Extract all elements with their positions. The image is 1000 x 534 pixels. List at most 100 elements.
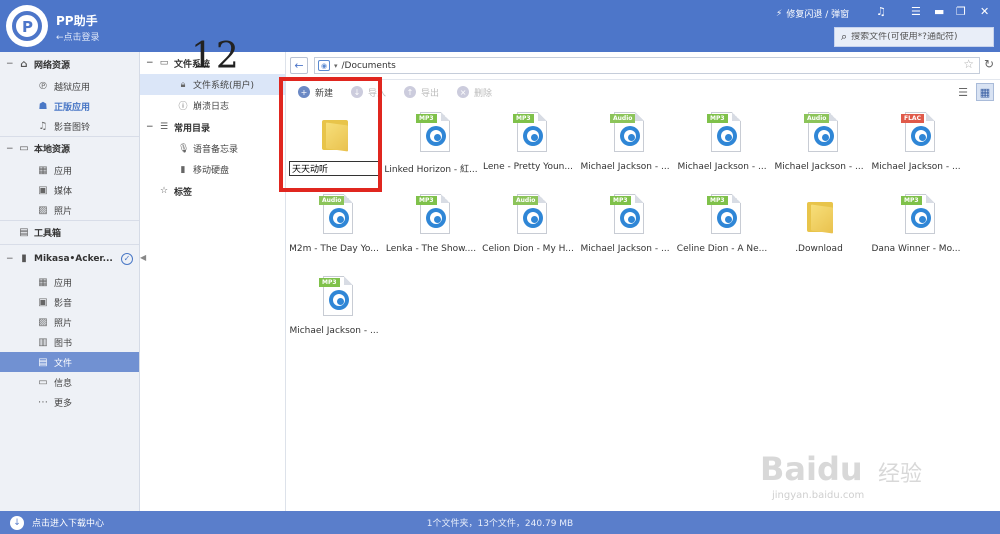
collapse-icon[interactable]: − (6, 59, 14, 69)
sidebar-item-local-apps[interactable]: ▦ 应用 (0, 160, 139, 180)
sidebar-item-local-photos[interactable]: ▨ 照片 (0, 200, 139, 220)
collapse-icon[interactable]: − (146, 122, 154, 132)
login-link[interactable]: ←点击登录 (56, 30, 100, 43)
store-icon: ☗ (38, 100, 48, 112)
restore-icon[interactable]: ❐ (956, 5, 966, 18)
app-title: PP助手 (56, 14, 98, 28)
monitor-icon: ▭ (19, 143, 29, 154)
tree-item-crash-logs[interactable]: ⓘ 崩溃日志 (140, 95, 285, 116)
sidebar-section-network[interactable]: − ⌂ 网络资源 (0, 52, 139, 76)
home-icon: ⌂ (20, 58, 28, 70)
sidebar-item-device-photos[interactable]: ▨ 照片 (0, 312, 139, 332)
sidebar-item-jailbreak-apps[interactable]: ℗ 越狱应用 (0, 76, 139, 96)
file-item[interactable]: MP3 Celine Dion - A Ne... (674, 186, 770, 268)
file-item[interactable]: MP3 Michael Jackson - ... (577, 186, 673, 268)
chevron-down-icon[interactable]: ▾ (334, 62, 338, 70)
tree-item-user-filesystem[interactable]: 🔒︎ 文件系统(用户) (140, 74, 285, 95)
path-box[interactable]: ◉ ▾ /Documents (314, 57, 980, 74)
sidebar: − ⌂ 网络资源 ℗ 越狱应用 ☗ 正版应用 ♫ 影音图铃 − ▭ 本地资源 ▦… (0, 52, 140, 511)
title-bar: P PP助手 ←点击登录 ⚡ 修复闪退 / 弹窗 ♫ ☰ ▬ ❐ ✕ ⌕ (0, 0, 1000, 52)
search-input[interactable] (851, 32, 990, 42)
sidebar-item-device-files[interactable]: ▤ 文件 (0, 352, 139, 372)
file-name: Lene - Pretty Youn... (483, 162, 573, 172)
file-name: Lenka - The Show.... (385, 244, 477, 254)
lightning-icon: ⚡ (776, 8, 783, 19)
tree-section-tags[interactable]: ☆ 标签 (140, 180, 285, 202)
sidebar-item-device-apps[interactable]: ▦ 应用 (0, 272, 139, 292)
file-item[interactable]: MP3 Linked Horizon - 紅... (383, 104, 479, 186)
tree-item-voice-memos[interactable]: 🎙︎ 语音备忘录 (140, 138, 285, 159)
download-center-button[interactable]: ↓ 点击进入下载中心 (0, 515, 140, 530)
file-item[interactable]: MP3 Dana Winner - Mo... (868, 186, 964, 268)
file-item-folder-tiantian[interactable] (286, 104, 382, 186)
sidebar-item-local-media[interactable]: ▣ 媒体 (0, 180, 139, 200)
favorite-star-icon[interactable]: ☆ (963, 57, 974, 71)
new-button[interactable]: + 新建 (298, 86, 333, 99)
music-icon: ♫ (38, 120, 48, 132)
toolbox-icon: ▤ (19, 227, 29, 238)
collapse-icon[interactable]: − (6, 254, 14, 264)
watermark-logo: Baidu (760, 450, 863, 488)
file-name: Michael Jackson - ... (871, 162, 961, 172)
folder-icon (322, 118, 350, 152)
panel-collapse-arrow-icon[interactable]: ◀ (140, 253, 146, 262)
file-item[interactable]: Audio Michael Jackson - ... (771, 104, 867, 186)
minimize-icon[interactable]: ▬ (934, 5, 944, 18)
tree-item-mobile-disk[interactable]: ▮ 移动硬盘 (140, 159, 285, 180)
audio-file-icon (717, 208, 737, 228)
app-logo[interactable]: P (6, 5, 48, 47)
status-summary: 1个文件夹，13个文件，240.79 MB (426, 519, 574, 529)
file-item[interactable]: MP3 Michael Jackson - ... (286, 268, 382, 350)
collapse-icon[interactable]: − (6, 144, 14, 154)
import-button[interactable]: ↓ 导入 (351, 86, 386, 99)
sidebar-item-device-messages[interactable]: ▭ 信息 (0, 372, 139, 392)
file-item[interactable]: MP3 Lenka - The Show.... (383, 186, 479, 268)
sidebar-section-device[interactable]: − ▮ Mikasa•Acker... ✓ (0, 244, 139, 272)
photo-icon: ▨ (38, 316, 48, 328)
audio-badge: Audio (319, 196, 345, 205)
mp3-badge: MP3 (707, 114, 728, 123)
mp3-badge: MP3 (319, 278, 340, 287)
crash-fix-button[interactable]: ⚡ 修复闪退 / 弹窗 (776, 7, 849, 21)
sidebar-item-official-apps[interactable]: ☗ 正版应用 (0, 96, 139, 116)
grid-view-icon[interactable]: ▦ (976, 83, 994, 101)
file-icon: ▤ (38, 356, 48, 368)
sidebar-section-local[interactable]: − ▭ 本地资源 (0, 136, 139, 160)
audio-file-icon (523, 208, 543, 228)
tree-section-common[interactable]: − ☰ 常用目录 (140, 116, 285, 138)
watermark-url: jingyan.baidu.com (772, 490, 865, 501)
sidebar-section-toolbox[interactable]: ▤ 工具箱 (0, 220, 139, 244)
device-icon[interactable]: ◉ (318, 60, 330, 71)
close-icon[interactable]: ✕ (980, 5, 989, 18)
file-item[interactable]: MP3 Michael Jackson - ... (674, 104, 770, 186)
delete-button[interactable]: × 删除 (457, 86, 492, 99)
file-name: Michael Jackson - ... (580, 244, 670, 254)
rename-input[interactable] (289, 161, 379, 176)
sidebar-item-media-ringtones[interactable]: ♫ 影音图铃 (0, 116, 139, 136)
back-button[interactable]: ← (290, 57, 308, 74)
folder-icon (807, 200, 835, 234)
audio-file-icon (717, 126, 737, 146)
export-button[interactable]: ↑ 导出 (404, 86, 439, 99)
file-item-folder-download[interactable]: .Download (771, 186, 867, 268)
file-item[interactable]: Audio M2m - The Day Yo... (286, 186, 382, 268)
more-icon: ⋯ (38, 396, 48, 408)
file-item[interactable]: MP3 Lene - Pretty Youn... (480, 104, 576, 186)
mp3-badge: MP3 (416, 196, 437, 205)
collapse-icon[interactable]: − (146, 58, 154, 68)
list-view-icon[interactable]: ☰ (954, 83, 972, 101)
sidebar-item-device-media[interactable]: ▣ 影音 (0, 292, 139, 312)
sidebar-item-device-more[interactable]: ⋯ 更多 (0, 392, 139, 412)
refresh-icon[interactable]: ↻ (984, 57, 994, 71)
file-item[interactable]: Audio Celion Dion - My H... (480, 186, 576, 268)
sidebar-item-device-books[interactable]: ▥ 图书 (0, 332, 139, 352)
audio-file-icon (426, 208, 446, 228)
p-icon: ℗ (38, 80, 48, 92)
menu-icon[interactable]: ☰ (911, 5, 921, 18)
book-icon: ▥ (38, 336, 48, 348)
music-icon[interactable]: ♫ (876, 5, 886, 18)
search-box[interactable]: ⌕ (834, 27, 994, 47)
audio-file-icon (329, 208, 349, 228)
file-item[interactable]: FLAC Michael Jackson - ... (868, 104, 964, 186)
file-item[interactable]: Audio Michael Jackson - ... (577, 104, 673, 186)
